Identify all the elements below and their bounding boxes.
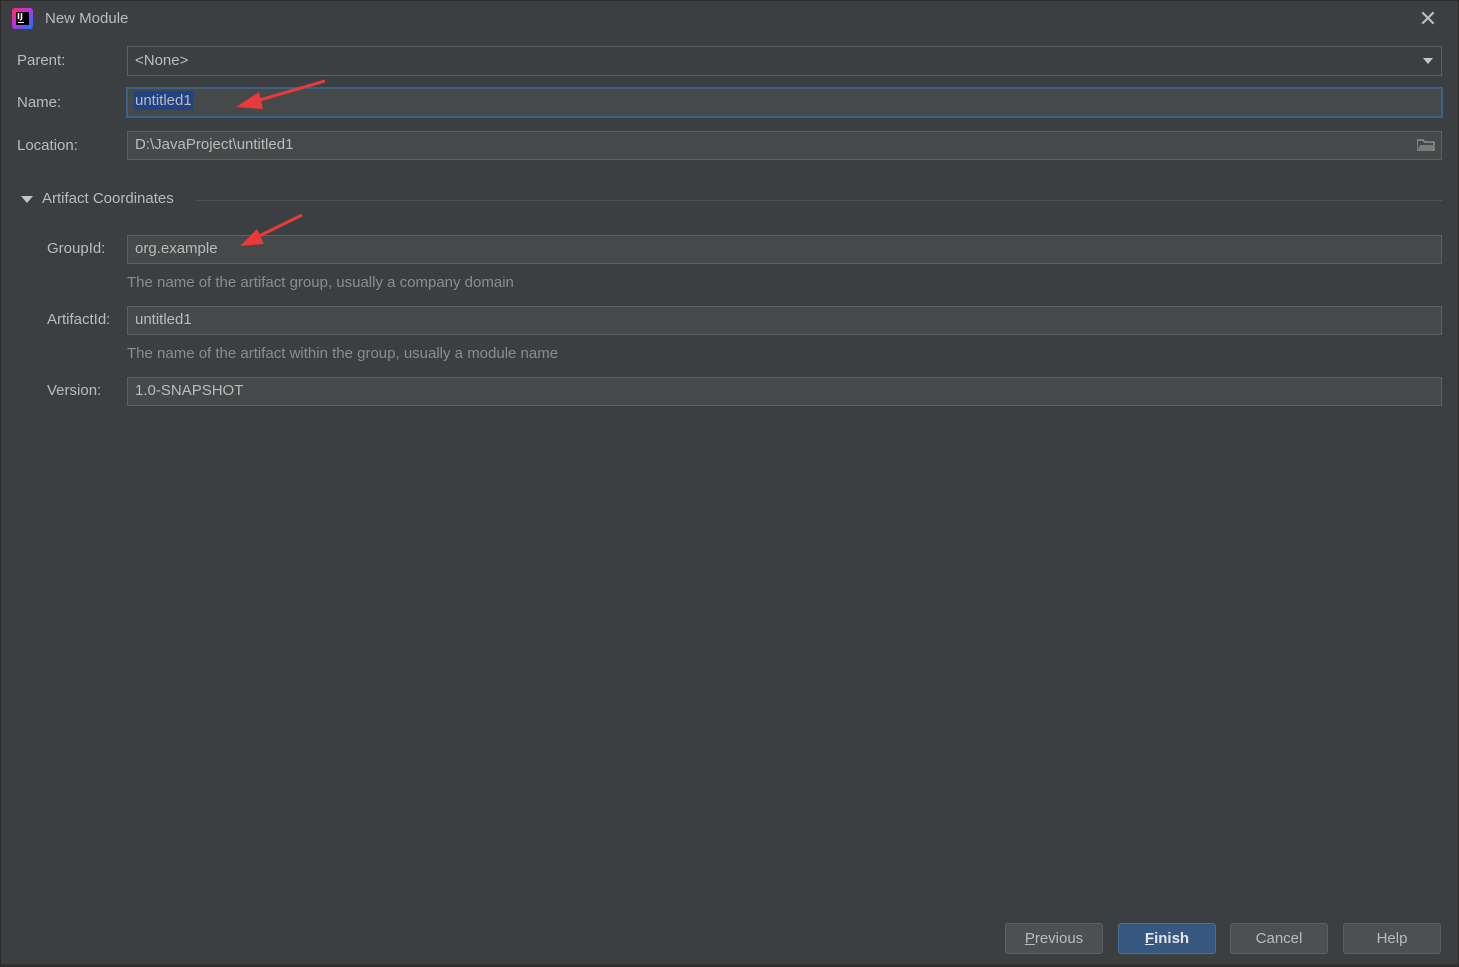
location-input[interactable]: D:\JavaProject\untitled1 — [127, 131, 1442, 160]
name-input[interactable]: untitled1 — [126, 87, 1443, 118]
chevron-down-icon[interactable] — [1423, 58, 1433, 64]
groupid-hint: The name of the artifact group, usually … — [127, 274, 514, 291]
finish-label: inish — [1154, 930, 1190, 947]
title-bar: IJ New Module ✕ — [1, 1, 1458, 37]
artifactid-label: ArtifactId: — [47, 311, 111, 328]
finish-button[interactable]: Finish — [1118, 923, 1216, 954]
section-divider — [197, 200, 1442, 201]
cancel-button[interactable]: Cancel — [1230, 923, 1328, 954]
folder-icon[interactable] — [1417, 139, 1435, 151]
groupid-label: GroupId: — [47, 240, 106, 257]
previous-button[interactable]: Previous — [1005, 923, 1103, 954]
parent-dropdown[interactable]: <None> — [127, 46, 1442, 76]
previous-mnemonic: P — [1024, 930, 1035, 947]
artifactid-hint: The name of the artifact within the grou… — [127, 345, 559, 362]
dialog-title: New Module — [45, 10, 129, 27]
artifactid-input[interactable]: untitled1 — [127, 306, 1442, 335]
bottom-edge — [1, 964, 1458, 966]
triangle-down-icon — [21, 196, 33, 203]
groupid-input[interactable]: org.example — [127, 235, 1442, 264]
new-module-dialog: IJ New Module ✕ Parent: <None> Name: unt… — [0, 0, 1459, 967]
version-input[interactable]: 1.0-SNAPSHOT — [127, 377, 1442, 406]
previous-label: revious — [1034, 930, 1084, 947]
intellij-idea-icon: IJ — [12, 8, 33, 29]
close-icon[interactable]: ✕ — [1418, 8, 1438, 30]
parent-label: Parent: — [17, 52, 66, 69]
version-label: Version: — [47, 382, 102, 399]
groupid-value: org.example — [135, 240, 218, 257]
help-button[interactable]: Help — [1343, 923, 1441, 954]
artifactid-value: untitled1 — [135, 311, 192, 328]
section-title: Artifact Coordinates — [42, 190, 174, 207]
name-label: Name: — [17, 94, 62, 111]
location-label: Location: — [17, 137, 78, 154]
location-value: D:\JavaProject\untitled1 — [135, 136, 294, 153]
finish-mnemonic: F — [1144, 930, 1155, 947]
version-value: 1.0-SNAPSHOT — [135, 382, 244, 399]
name-value: untitled1 — [134, 91, 193, 110]
parent-value: <None> — [135, 52, 189, 69]
